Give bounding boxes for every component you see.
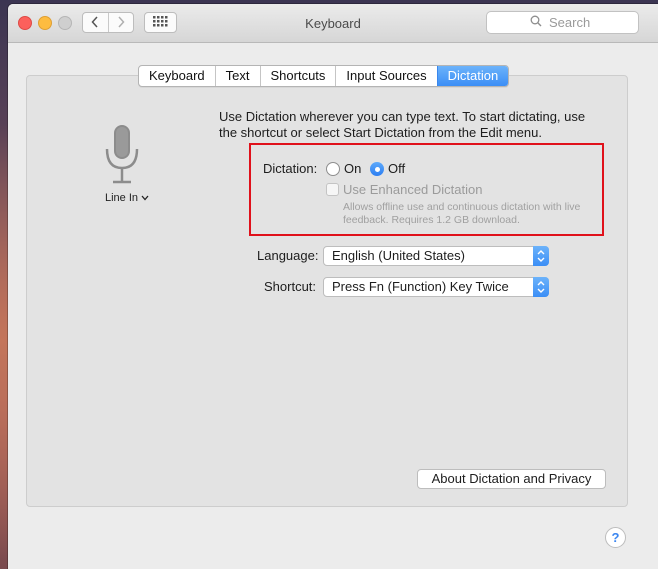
tab-bar: Keyboard Text Shortcuts Input Sources Di… bbox=[138, 65, 510, 87]
language-popup[interactable]: English (United States) bbox=[323, 246, 549, 266]
about-dictation-privacy-button[interactable]: About Dictation and Privacy bbox=[417, 469, 606, 489]
help-button[interactable]: ? bbox=[605, 527, 626, 548]
language-value: English (United States) bbox=[332, 248, 465, 263]
title-bar: Keyboard bbox=[8, 4, 658, 43]
dictation-off-radio[interactable] bbox=[370, 162, 384, 176]
dictation-on-label[interactable]: On bbox=[344, 161, 361, 176]
dictation-on-radio[interactable] bbox=[326, 162, 340, 176]
dictation-intro-text: Use Dictation wherever you can type text… bbox=[219, 109, 586, 140]
dictation-label: Dictation: bbox=[263, 161, 318, 176]
tab-keyboard[interactable]: Keyboard bbox=[139, 66, 215, 86]
preferences-window: Keyboard Keyboard Text Shortcuts Input S… bbox=[8, 4, 658, 569]
tab-shortcuts[interactable]: Shortcuts bbox=[259, 66, 336, 86]
enhanced-dictation-checkbox[interactable] bbox=[326, 183, 339, 196]
tab-dictation[interactable]: Dictation bbox=[436, 66, 509, 86]
microphone-source-label: Line In bbox=[105, 192, 139, 204]
microphone-source-menu[interactable]: Line In bbox=[105, 192, 149, 204]
chevron-down-icon bbox=[141, 192, 149, 204]
search-icon bbox=[530, 15, 542, 30]
shortcut-popup[interactable]: Press Fn (Function) Key Twice bbox=[323, 277, 549, 297]
shortcut-value: Press Fn (Function) Key Twice bbox=[332, 279, 509, 294]
language-label: Language: bbox=[257, 248, 319, 263]
search-input[interactable] bbox=[547, 14, 595, 31]
search-field[interactable] bbox=[486, 11, 639, 34]
tab-input-sources[interactable]: Input Sources bbox=[335, 66, 436, 86]
popup-arrows-icon bbox=[533, 277, 549, 297]
enhanced-dictation-label[interactable]: Use Enhanced Dictation bbox=[343, 182, 482, 197]
dictation-off-label[interactable]: Off bbox=[388, 161, 405, 176]
microphone-icon bbox=[104, 124, 140, 189]
shortcut-label: Shortcut: bbox=[264, 279, 317, 294]
enhanced-dictation-note: Allows offline use and continuous dictat… bbox=[343, 201, 581, 226]
popup-arrows-icon bbox=[533, 246, 549, 266]
tab-text[interactable]: Text bbox=[214, 66, 260, 86]
